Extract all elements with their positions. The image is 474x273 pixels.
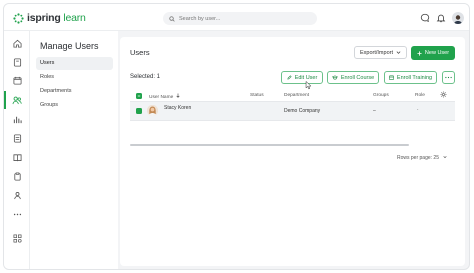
avatar <box>147 105 158 116</box>
department-cell: Demo Company <box>284 108 321 114</box>
clipboard-icon[interactable] <box>11 170 23 182</box>
book-open-icon[interactable] <box>11 151 23 163</box>
table-row[interactable]: Stacy Koren Demo Company – · <box>130 102 455 121</box>
new-user-label: New User <box>424 50 450 56</box>
app-window: ispring learn Search by user... Manage U… <box>3 3 470 270</box>
book-icon[interactable] <box>11 56 23 68</box>
export-import-label: Export/Import <box>359 49 393 56</box>
column-department[interactable]: Department <box>284 93 309 98</box>
icon-rail <box>4 31 30 269</box>
users-icon[interactable] <box>4 91 23 109</box>
rows-per-page-label: Rows per page: 25 <box>397 155 439 161</box>
selected-count: Selected: 1 <box>130 74 161 80</box>
calendar-icon <box>389 75 394 80</box>
role-cell: · <box>417 107 419 113</box>
more-actions-button[interactable] <box>442 71 455 84</box>
column-status[interactable]: Status <box>250 93 264 98</box>
column-role[interactable]: Role <box>415 93 425 98</box>
mouse-cursor-icon <box>305 81 312 90</box>
edit-user-label: Edit User <box>294 74 318 81</box>
home-icon[interactable] <box>11 37 23 49</box>
rows-per-page-select[interactable]: Rows per page: 25 <box>397 155 447 161</box>
chevron-down-icon <box>443 156 447 159</box>
sidebar-item-groups[interactable]: Groups <box>36 99 113 112</box>
sidebar-title: Manage Users <box>40 41 99 51</box>
horizontal-scrollbar[interactable] <box>130 144 409 146</box>
enroll-course-label: Enroll Course <box>340 74 375 81</box>
table-header: User Name Status Department Groups Role <box>130 90 455 102</box>
sidebar-item-roles[interactable]: Roles <box>36 71 113 84</box>
arrow-down-icon <box>176 93 180 98</box>
report-icon[interactable] <box>11 132 23 144</box>
calendar-icon[interactable] <box>11 74 23 86</box>
search-box[interactable] <box>163 12 317 25</box>
chevron-down-icon <box>396 51 401 54</box>
page-title: Users <box>130 48 150 57</box>
select-all-checkbox[interactable] <box>136 93 142 99</box>
chat-icon[interactable] <box>420 13 430 23</box>
top-bar: ispring learn <box>4 4 469 31</box>
users-panel: Users Export/Import New User Selected: 1… <box>120 37 465 266</box>
search-input[interactable] <box>179 15 299 22</box>
sidebar-item-departments[interactable]: Departments <box>36 85 113 98</box>
more-icon <box>445 76 452 79</box>
more-icon[interactable] <box>11 208 23 220</box>
user-name-cell[interactable]: Stacy Koren <box>164 105 191 111</box>
search-icon <box>169 15 175 22</box>
edit-user-button[interactable]: Edit User <box>281 71 323 84</box>
sidebar-item-users[interactable]: Users <box>36 57 113 70</box>
enroll-course-button[interactable]: Enroll Course <box>327 71 379 84</box>
export-import-button[interactable]: Export/Import <box>354 46 407 59</box>
minus-icon <box>137 95 141 97</box>
manage-users-sidebar: Manage Users Users Roles Departments Gro… <box>30 31 118 269</box>
chart-icon[interactable] <box>11 113 23 125</box>
column-user-name-label: User Name <box>149 95 174 100</box>
new-user-button[interactable]: New User <box>411 46 455 60</box>
enroll-training-label: Enroll Training <box>396 74 433 81</box>
logo-text: ispring learn <box>27 12 86 24</box>
person-badge-icon[interactable] <box>11 189 23 201</box>
user-avatar[interactable] <box>452 12 464 24</box>
bell-icon[interactable] <box>436 13 446 23</box>
checkmark-icon <box>137 109 141 113</box>
enroll-training-button[interactable]: Enroll Training <box>384 71 437 84</box>
logo[interactable]: ispring learn <box>13 11 86 25</box>
logo-icon <box>13 12 24 24</box>
groups-cell: – <box>373 108 376 114</box>
apps-icon[interactable] <box>11 232 23 244</box>
gear-icon[interactable] <box>440 91 447 98</box>
graduation-cap-icon <box>331 75 338 80</box>
row-checkbox[interactable] <box>136 108 142 114</box>
pencil-icon <box>287 75 292 80</box>
plus-icon <box>417 50 422 56</box>
column-groups[interactable]: Groups <box>373 93 389 98</box>
column-user-name[interactable]: User Name <box>149 93 180 100</box>
